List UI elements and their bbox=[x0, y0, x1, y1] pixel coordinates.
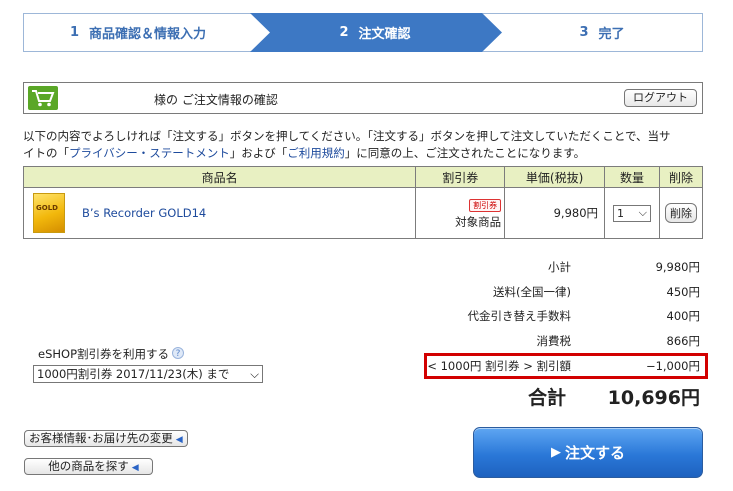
eshop-coupon-label: eSHOP割引券を利用する? bbox=[38, 346, 185, 362]
table-header-row: 商品名 割引券 単価(税抜) 数量 削除 bbox=[22, 166, 703, 188]
tax-label: 消費税 bbox=[536, 334, 572, 348]
total-label: 合計 bbox=[528, 387, 567, 409]
coupon-selected-value: 1000円割引券 2017/11/23(木) まで bbox=[37, 367, 230, 381]
delete-cell: 削除 bbox=[659, 187, 703, 239]
quantity-select[interactable]: 1 ⌵ bbox=[613, 204, 652, 222]
quantity-value: 1 bbox=[617, 206, 625, 220]
coupon-badge: 割引券 bbox=[469, 199, 502, 212]
discount-label: < 1000円 割引券 > 割引額 bbox=[427, 359, 571, 373]
page-title: 様の ご注文情報の確認 bbox=[154, 93, 278, 107]
unit-price: 9,980円 bbox=[504, 187, 606, 239]
step-1: 1 商品確認＆情報入力 bbox=[23, 13, 253, 52]
step-3-label: 完了 bbox=[598, 27, 625, 42]
back-arrow-icon: ◀ bbox=[175, 435, 183, 445]
tax-value: 866円 bbox=[666, 334, 700, 348]
terms-link[interactable]: ご利用規約 bbox=[287, 146, 345, 160]
step-2-number: 2 bbox=[339, 25, 349, 40]
back-arrow-icon: ◀ bbox=[131, 463, 139, 473]
step-1-label: 商品確認＆情報入力 bbox=[89, 27, 207, 42]
intro-line2-prefix: イトの「 bbox=[23, 146, 69, 160]
delete-button[interactable]: 削除 bbox=[665, 203, 697, 223]
order-confirm-header: 様の ご注文情報の確認 ログアウト bbox=[23, 82, 703, 114]
header-delete: 削除 bbox=[659, 166, 703, 188]
subtotal-label: 小計 bbox=[548, 260, 571, 274]
quantity-cell: 1 ⌵ bbox=[604, 187, 660, 239]
coupon-select[interactable]: 1000円割引券 2017/11/23(木) まで ⌵ bbox=[33, 365, 263, 383]
logout-button[interactable]: ログアウト bbox=[624, 89, 697, 107]
change-customer-info-button[interactable]: お客様情報･お届け先の変更 ◀ bbox=[24, 430, 188, 447]
play-arrow-icon: ▶ bbox=[550, 445, 561, 460]
product-image[interactable]: GOLD bbox=[33, 193, 65, 233]
cod-fee-value: 400円 bbox=[666, 309, 700, 323]
intro-text: 以下の内容でよろしければ「注文する」ボタンを押してください。「注文する」ボタンを… bbox=[23, 128, 713, 162]
subtotal-row: 小計 9,980円 bbox=[0, 259, 733, 277]
shipping-label: 送料(全国一律) bbox=[493, 285, 571, 299]
header-quantity: 数量 bbox=[604, 166, 660, 188]
header-unit-price: 単価(税抜) bbox=[504, 166, 606, 188]
shipping-row: 送料(全国一律) 450円 bbox=[0, 284, 733, 302]
checkout-steps: 1 商品確認＆情報入力 2 注文確認 3 完了 bbox=[23, 13, 703, 52]
header-coupon: 割引券 bbox=[415, 166, 506, 188]
cart-icon bbox=[28, 86, 58, 110]
eshop-coupon-text: eSHOP割引券を利用する bbox=[38, 347, 170, 361]
step-1-number: 1 bbox=[69, 25, 80, 40]
place-order-label: 注文する bbox=[564, 444, 625, 462]
table-row: GOLD B’s Recorder GOLD14 割引券 対象商品 9,980円… bbox=[22, 187, 703, 239]
change-customer-info-label: お客様情報･お届け先の変更 bbox=[29, 431, 173, 445]
cod-fee-row: 代金引き替え手数料 400円 bbox=[0, 308, 733, 326]
cod-fee-label: 代金引き替え手数料 bbox=[467, 309, 572, 323]
product-name: B’s Recorder GOLD14 bbox=[82, 206, 207, 220]
other-products-label: 他の商品を探す bbox=[48, 459, 129, 473]
shipping-value: 450円 bbox=[666, 285, 700, 299]
coupon-target-label: 対象商品 bbox=[455, 215, 502, 229]
place-order-button[interactable]: ▶ 注文する bbox=[473, 427, 703, 478]
chevron-down-icon: ⌵ bbox=[250, 366, 259, 381]
product-table: 商品名 割引券 単価(税抜) 数量 削除 GOLD B’s Recorder G… bbox=[22, 166, 703, 239]
step-3: 3 完了 bbox=[501, 13, 703, 52]
header-product-name: 商品名 bbox=[22, 166, 417, 188]
intro-line2-suffix: 」に同意の上、ご注文されたことになります。 bbox=[344, 146, 586, 160]
product-image-text: GOLD bbox=[36, 204, 58, 212]
chevron-down-icon: ⌵ bbox=[638, 206, 648, 219]
step-2-label: 注文確認 bbox=[358, 27, 411, 42]
coupon-cell: 割引券 対象商品 bbox=[415, 187, 506, 239]
privacy-link[interactable]: プライバシー・ステートメント bbox=[69, 146, 230, 160]
step-3-number: 3 bbox=[579, 25, 589, 40]
subtotal-value: 9,980円 bbox=[655, 260, 700, 274]
intro-line2-mid: 」および「 bbox=[229, 146, 288, 160]
intro-line1: 以下の内容でよろしければ「注文する」ボタンを押してください。「注文する」ボタンを… bbox=[23, 129, 671, 143]
step-2: 2 注文確認 bbox=[261, 13, 489, 52]
help-icon[interactable]: ? bbox=[172, 347, 185, 359]
other-products-button[interactable]: 他の商品を探す ◀ bbox=[24, 458, 153, 475]
product-cell: GOLD B’s Recorder GOLD14 bbox=[22, 187, 417, 239]
discount-value: −1,000円 bbox=[645, 359, 700, 373]
total-value: 10,696円 bbox=[607, 387, 700, 409]
